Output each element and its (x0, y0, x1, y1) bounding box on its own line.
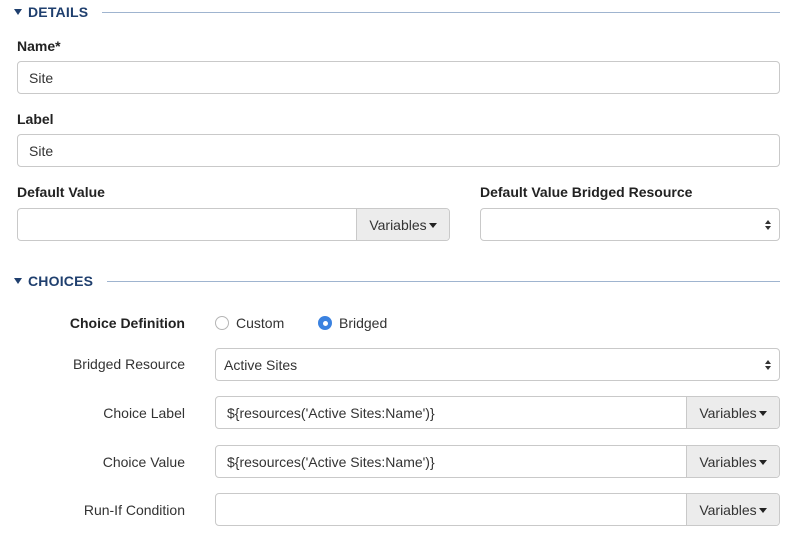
choice-definition-label: Choice Definition (69, 315, 185, 331)
default-value-label: Default Value (17, 184, 105, 200)
dropdown-caret-icon (428, 223, 437, 228)
run-if-input[interactable] (216, 494, 686, 525)
radio-bridged-icon (318, 316, 332, 330)
dropdown-caret-icon (758, 508, 767, 513)
choice-label-group: ${resources('Active Sites:Name')} Variab… (215, 396, 780, 429)
radio-custom-icon (215, 316, 229, 330)
bridged-resource-row-label: Bridged Resource (72, 356, 185, 372)
default-value-bridged-resource-select[interactable] (480, 208, 780, 241)
select-arrows-icon (765, 219, 771, 230)
choice-value-input[interactable]: ${resources('Active Sites:Name')} (216, 446, 686, 477)
name-input[interactable]: Site (17, 61, 780, 94)
radio-bridged-label: Bridged (339, 315, 388, 331)
label-label: Label (17, 111, 54, 127)
variables-button-label: Variables (699, 453, 757, 470)
default-value-input[interactable] (18, 209, 356, 240)
default-value-variables-button[interactable]: Variables (356, 209, 449, 240)
run-if-row-label: Run-If Condition (83, 502, 185, 518)
dropdown-caret-icon (758, 460, 767, 465)
details-section-title: DETAILS (28, 4, 89, 20)
radio-bridged[interactable]: Bridged (318, 315, 387, 331)
choices-section-header[interactable]: CHOICES (14, 271, 780, 291)
bridged-resource-select[interactable]: Active Sites (215, 348, 780, 381)
variables-button-label: Variables (699, 404, 757, 421)
choice-label-row-label: Choice Label (103, 405, 185, 421)
variables-button-label: Variables (699, 501, 757, 518)
choice-label-variables-button[interactable]: Variables (686, 397, 779, 428)
choice-label-input[interactable]: ${resources('Active Sites:Name')} (216, 397, 686, 428)
name-input-value: Site (29, 69, 54, 86)
choice-value-group: ${resources('Active Sites:Name')} Variab… (215, 445, 780, 478)
choice-value-value: ${resources('Active Sites:Name')} (227, 453, 435, 470)
choice-label-value: ${resources('Active Sites:Name')} (227, 404, 435, 421)
choice-value-variables-button[interactable]: Variables (686, 446, 779, 477)
details-section-header[interactable]: DETAILS (14, 2, 780, 22)
run-if-group: Variables (215, 493, 780, 526)
choice-value-row-label: Choice Value (102, 454, 185, 470)
choices-section-title: CHOICES (28, 273, 94, 289)
dropdown-caret-icon (758, 411, 767, 416)
variables-button-label: Variables (369, 216, 427, 233)
bridged-resource-label: Default Value Bridged Resource (480, 184, 693, 200)
radio-custom[interactable]: Custom (215, 315, 284, 331)
section-divider (102, 11, 780, 13)
bridged-resource-value: Active Sites (224, 356, 298, 373)
caret-down-icon (14, 9, 22, 15)
label-input-value: Site (29, 142, 54, 159)
section-divider (107, 280, 780, 282)
name-label: Name* (17, 38, 61, 54)
select-arrows-icon (765, 359, 771, 370)
radio-custom-label: Custom (236, 315, 285, 331)
label-input[interactable]: Site (17, 134, 780, 167)
default-value-group: Variables (17, 208, 450, 241)
run-if-variables-button[interactable]: Variables (686, 494, 779, 525)
caret-down-icon (14, 278, 22, 284)
